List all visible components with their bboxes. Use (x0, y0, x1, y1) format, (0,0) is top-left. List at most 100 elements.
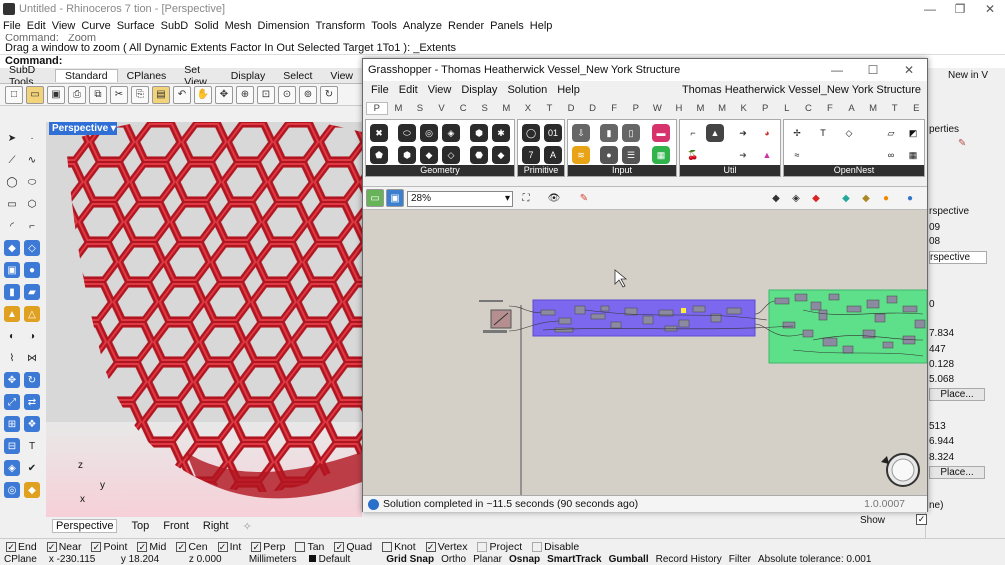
gh-util-icon-4[interactable]: ◕ (758, 124, 776, 142)
show-checkbox[interactable]: ✓ (916, 514, 927, 525)
move-icon[interactable]: ✥ (215, 85, 233, 104)
status-toggle-grid-snap[interactable]: Grid Snap (386, 554, 434, 565)
tab-select[interactable]: Select (274, 70, 321, 82)
zoom-icon[interactable]: ⊕ (236, 85, 254, 104)
gh-tab-9[interactable]: D (560, 103, 582, 114)
gh-tab-14[interactable]: H (668, 103, 690, 114)
copy-icon[interactable]: ⧉ (89, 85, 107, 104)
units-label[interactable]: Millimeters (249, 554, 297, 565)
osnap-point[interactable]: ✓ Point (91, 541, 127, 553)
gh-util-icon-1[interactable]: ⌐ (684, 124, 702, 142)
gh-nest-icon-6[interactable]: ≈ (788, 146, 806, 164)
gh-tab-18[interactable]: P (754, 103, 776, 114)
gh-input-icon-4[interactable]: ▬ (652, 124, 670, 142)
dimension-icon[interactable]: ⊟ (4, 438, 20, 454)
open-folder-icon[interactable]: ▭ (26, 85, 44, 104)
scale-icon[interactable]: ⤢ (4, 394, 20, 410)
vptab-front[interactable]: Front (163, 520, 189, 532)
vptab-perspective[interactable]: Perspective (52, 519, 118, 533)
osnap-tan[interactable]: Tan (295, 541, 324, 553)
menu-analyze[interactable]: Analyze (400, 20, 445, 32)
minimize-button[interactable]: — (915, 0, 945, 18)
gh-preview-eye-icon[interactable]: 👁 (545, 189, 563, 207)
rotate-tool-icon[interactable]: ↻ (24, 372, 40, 388)
osnap-checkbox[interactable]: ✓ (137, 541, 148, 552)
osnap-checkbox[interactable]: ✓ (251, 541, 262, 552)
gh-display-icon-3[interactable]: ● (877, 189, 895, 207)
zoom-extents-icon[interactable]: ⊙ (278, 85, 296, 104)
loft-icon[interactable]: ◇ (24, 240, 40, 256)
status-toggle-ortho[interactable]: Ortho (441, 554, 466, 565)
gh-util-icon-6[interactable]: ➜ (734, 146, 752, 164)
menu-surface[interactable]: Surface (114, 20, 158, 32)
zoom-window-icon[interactable]: ⊡ (257, 85, 275, 104)
paste-icon[interactable]: ⎘ (131, 85, 149, 104)
status-toggle-record-history[interactable]: Record History (656, 554, 722, 565)
cplane-label[interactable]: CPlane (4, 554, 37, 565)
osnap-disable[interactable]: Disable (532, 541, 579, 553)
gh-nest-icon-3[interactable]: ◇ (840, 124, 858, 142)
extrude-icon[interactable]: ▰ (24, 284, 40, 300)
gh-tab-6[interactable]: M (496, 103, 518, 114)
place-button-2[interactable]: Place... (929, 466, 985, 479)
osnap-checkbox[interactable]: ✓ (46, 541, 57, 552)
gh-sketch-icon[interactable]: ✎ (575, 189, 593, 207)
gh-navigation-widget[interactable] (881, 453, 920, 487)
status-toggle-osnap[interactable]: Osnap (509, 554, 540, 565)
gh-menu-file[interactable]: File (366, 84, 394, 96)
gh-input-icon-5[interactable]: ≋ (572, 146, 590, 164)
mesh-icon[interactable]: ▲ (4, 306, 20, 322)
render-icon[interactable]: ◎ (4, 482, 20, 498)
gh-display-icon-1[interactable]: ◆ (837, 189, 855, 207)
status-toggle-filter[interactable]: Filter (729, 554, 751, 565)
status-toggle-gumball[interactable]: Gumball (609, 554, 649, 565)
gh-input-icon-2[interactable]: ▮ (600, 124, 618, 142)
text-icon[interactable]: T (24, 438, 40, 454)
gh-input-icon-8[interactable]: ▦ (652, 146, 670, 164)
osnap-project[interactable]: Project (477, 541, 522, 553)
gh-param-icon-11[interactable]: ⬣ (470, 146, 488, 164)
gh-close-button[interactable]: ✕ (891, 61, 927, 79)
gh-tab-22[interactable]: A (841, 103, 863, 114)
gh-prim-icon-2[interactable]: 01 (544, 124, 562, 142)
osnap-checkbox[interactable]: ✓ (176, 541, 187, 552)
close-button[interactable]: ✕ (975, 0, 1005, 18)
osnap-vertex[interactable]: ✓ Vertex (425, 541, 467, 553)
new-file-icon[interactable]: □ (5, 85, 23, 104)
gh-tab-20[interactable]: C (798, 103, 820, 114)
clipboard-icon[interactable]: ▤ (152, 85, 170, 104)
cylinder-icon[interactable]: ▮ (4, 284, 20, 300)
point-icon[interactable]: · (24, 130, 40, 146)
vptab-top[interactable]: Top (131, 520, 149, 532)
check-icon[interactable]: ✔ (24, 460, 40, 476)
gh-tab-10[interactable]: D (582, 103, 604, 114)
gh-param-icon-7[interactable]: ⬟ (370, 146, 388, 164)
move-tool-icon[interactable]: ✥ (4, 372, 20, 388)
mirror-icon[interactable]: ⇄ (24, 394, 40, 410)
sphere-icon[interactable]: ● (24, 262, 40, 278)
osnap-mid[interactable]: ✓ Mid (137, 541, 166, 553)
menu-panels[interactable]: Panels (487, 20, 527, 32)
cut-icon[interactable]: ✂ (110, 85, 128, 104)
osnap-knot[interactable]: Knot (382, 541, 416, 553)
tab-view[interactable]: View (321, 70, 362, 82)
save-icon[interactable]: ▣ (47, 85, 65, 104)
menu-render[interactable]: Render (445, 20, 487, 32)
gh-zoom-dropdown[interactable]: 28% ▾ (407, 191, 513, 207)
gh-menu-help[interactable]: Help (552, 84, 585, 96)
gh-tab-12[interactable]: P (625, 103, 647, 114)
status-toggle-planar[interactable]: Planar (473, 554, 502, 565)
polyline-icon[interactable]: ⟋ (4, 152, 20, 168)
split-icon[interactable]: ◑ (24, 328, 40, 344)
vptab-right[interactable]: Right (203, 520, 229, 532)
fillet-icon[interactable]: ⌐ (24, 218, 40, 234)
gh-tab-2[interactable]: S (409, 103, 431, 114)
boolean-icon[interactable]: ◐ (4, 328, 20, 344)
gh-input-icon-1[interactable]: ⇩ (572, 124, 590, 142)
osnap-checkbox[interactable]: ✓ (217, 541, 228, 552)
gh-tab-1[interactable]: M (388, 103, 410, 114)
analyze-icon[interactable]: ◈ (4, 460, 20, 476)
rotate-view-icon[interactable]: ↻ (320, 85, 338, 104)
gh-maximize-button[interactable]: ☐ (855, 61, 891, 79)
box-icon[interactable]: ▣ (4, 262, 20, 278)
